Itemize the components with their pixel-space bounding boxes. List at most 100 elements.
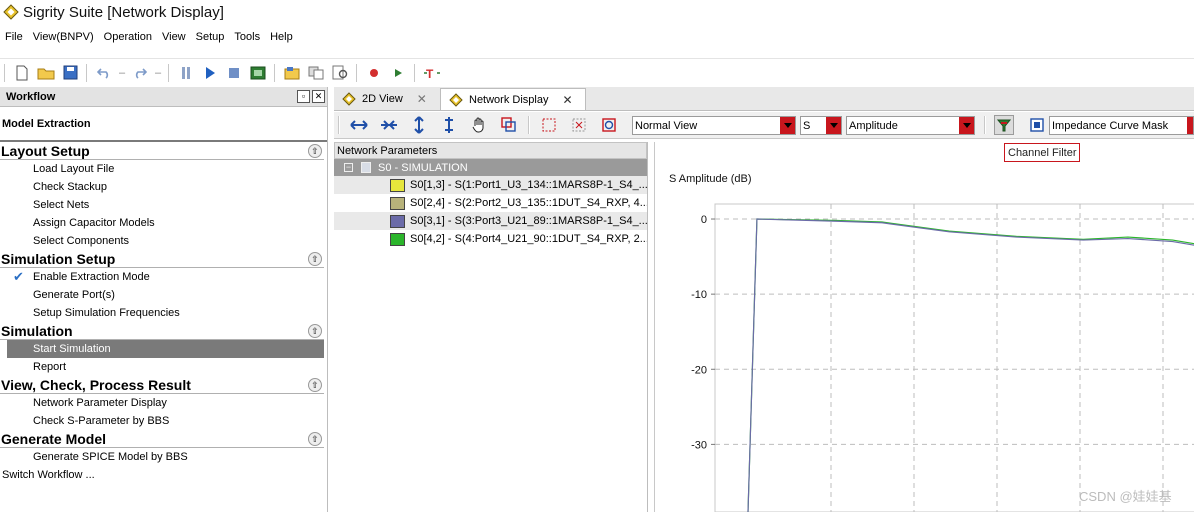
open-project-icon[interactable]: [282, 63, 302, 83]
y-tick-label: 0: [701, 214, 707, 226]
expand-vertical-icon[interactable]: [409, 115, 429, 135]
collapse-section-icon[interactable]: ⇧: [308, 378, 322, 392]
network-item[interactable]: S0[1,3] - S(1:Port1_U3_134::1MARS8P-1_S4…: [334, 176, 647, 194]
workflow-step[interactable]: Report: [0, 358, 324, 376]
fit-all-icon[interactable]: [599, 115, 619, 135]
copy-icon[interactable]: [306, 63, 326, 83]
redo-dropdown-icon[interactable]: –: [154, 63, 162, 83]
menu-item-help[interactable]: Help: [265, 31, 298, 43]
redo-icon[interactable]: [130, 63, 150, 83]
quantity-select[interactable]: Amplitude: [846, 116, 975, 135]
menu-item-file[interactable]: File: [0, 31, 28, 43]
toolbar-separator: [274, 63, 276, 82]
series-line: [747, 218, 1194, 512]
text-tool-icon[interactable]: T: [422, 63, 442, 83]
impedance-mask-select[interactable]: Impedance Curve Mask: [1049, 116, 1194, 135]
network-item[interactable]: S0[4,2] - S(4:Port4_U21_90::1DUT_S4_RXP,…: [334, 230, 647, 248]
workflow-section-header[interactable]: View, Check, Process Result ⇧: [0, 376, 324, 394]
workflow-step[interactable]: Network Parameter Display: [0, 394, 324, 412]
workflow-step[interactable]: Start Simulation: [7, 340, 324, 358]
record-icon[interactable]: [364, 63, 384, 83]
tab-close-icon[interactable]: ✕: [562, 93, 572, 107]
workflow-section-header[interactable]: Simulation Setup ⇧: [0, 250, 324, 268]
chevron-down-icon: [826, 117, 841, 134]
switch-workflow-link[interactable]: Switch Workflow ...: [0, 466, 327, 484]
step-label: Assign Capacitor Models: [33, 217, 155, 229]
workflow-step[interactable]: Check Stackup: [0, 178, 324, 196]
undo-icon[interactable]: [94, 63, 114, 83]
section-title: Simulation: [1, 322, 73, 339]
toolbar-separator: [984, 116, 986, 134]
save-icon[interactable]: [60, 63, 80, 83]
stop-icon[interactable]: [224, 63, 244, 83]
workflow-step[interactable]: Check S-Parameter by BBS: [0, 412, 324, 430]
collapse-section-icon[interactable]: ⇧: [308, 432, 322, 446]
menu-item-operation[interactable]: Operation: [99, 31, 157, 43]
run-icon[interactable]: [388, 63, 408, 83]
color-swatch[interactable]: [390, 196, 405, 210]
channel-filter-icon[interactable]: [994, 115, 1014, 135]
delete-box-icon[interactable]: [569, 115, 589, 135]
simulation-root-node[interactable]: − S0 - SIMULATION: [334, 159, 647, 176]
network-item-label: S0[2,4] - S(2:Port2_U3_135::1DUT_S4_RXP,…: [410, 197, 647, 209]
tab-close-icon[interactable]: ✕: [417, 92, 427, 106]
restore-icon[interactable]: ▫: [297, 90, 310, 103]
menu-item-setup[interactable]: Setup: [191, 31, 230, 43]
workflow-section-header[interactable]: Simulation ⇧: [0, 322, 324, 340]
menu-item-view[interactable]: View: [157, 31, 191, 43]
toolbar-separator: [528, 116, 530, 134]
network-item[interactable]: S0[2,4] - S(2:Port2_U3_135::1DUT_S4_RXP,…: [334, 194, 647, 212]
tab-label: Network Display: [469, 93, 549, 106]
tab-label: 2D View: [362, 93, 403, 105]
workflow-step[interactable]: Select Components: [0, 232, 324, 250]
collapse-section-icon[interactable]: ⇧: [308, 252, 322, 266]
parameter-select[interactable]: S: [800, 116, 842, 135]
expand-horizontal-icon[interactable]: [349, 115, 369, 135]
workflow-step[interactable]: Load Layout File: [0, 160, 324, 178]
workflow-step[interactable]: Setup Simulation Frequencies: [0, 304, 324, 322]
network-item[interactable]: S0[3,1] - S(3:Port3_U21_89::1MARS8P-1_S4…: [334, 212, 647, 230]
view-mode-select[interactable]: Normal View: [632, 116, 796, 135]
pause-icon[interactable]: [176, 63, 196, 83]
collapse-section-icon[interactable]: ⇧: [308, 144, 322, 158]
report-icon[interactable]: [330, 63, 350, 83]
impedance-mask-icon[interactable]: [1027, 115, 1047, 135]
checkmark-icon: ✔: [13, 269, 24, 284]
pan-hand-icon[interactable]: [469, 115, 489, 135]
document-tabs: 2D View ✕ Network Display ✕: [334, 87, 1194, 111]
workflow-step[interactable]: Assign Capacitor Models: [0, 214, 324, 232]
workflow-step[interactable]: Generate Port(s): [0, 286, 324, 304]
y-tick-label: -10: [691, 289, 707, 301]
tab-2d-view[interactable]: 2D View ✕: [334, 88, 438, 110]
workflow-step[interactable]: Select Nets: [0, 196, 324, 214]
impedance-mask-value: Impedance Curve Mask: [1052, 119, 1169, 132]
series-line: [747, 218, 1194, 512]
collapse-section-icon[interactable]: ⇧: [308, 324, 322, 338]
workflow-step[interactable]: Generate SPICE Model by BBS: [0, 448, 324, 466]
undo-dropdown-icon[interactable]: –: [118, 63, 126, 83]
network-item-label: S0[4,2] - S(4:Port4_U21_90::1DUT_S4_RXP,…: [410, 233, 647, 245]
tab-network-display[interactable]: Network Display ✕: [440, 88, 586, 110]
select-box-icon[interactable]: [539, 115, 559, 135]
open-folder-icon[interactable]: [36, 63, 56, 83]
color-swatch[interactable]: [390, 178, 405, 192]
shrink-horizontal-icon[interactable]: [379, 115, 399, 135]
menu-item-tools[interactable]: Tools: [229, 31, 265, 43]
amplitude-plot[interactable]: S Amplitude (dB) 0 -10 -20 -30: [654, 142, 1194, 512]
play-icon[interactable]: [200, 63, 220, 83]
color-swatch[interactable]: [390, 232, 405, 246]
workflow-step[interactable]: ✔ Enable Extraction Mode: [0, 268, 324, 286]
workflow-section-header[interactable]: Generate Model ⇧: [0, 430, 324, 448]
watermark-text: CSDN @娃娃基: [1079, 489, 1172, 504]
shrink-vertical-icon[interactable]: [439, 115, 459, 135]
workflow-section-header[interactable]: Layout Setup ⇧: [0, 142, 324, 160]
collapse-icon[interactable]: −: [344, 163, 353, 172]
close-icon[interactable]: ✕: [312, 90, 325, 103]
new-file-icon[interactable]: [12, 63, 32, 83]
y-tick-label: -30: [691, 439, 707, 451]
board-icon[interactable]: [248, 63, 268, 83]
zoom-window-icon[interactable]: [499, 115, 519, 135]
menu-item-view-bnpv-[interactable]: View(BNPV): [28, 31, 99, 43]
color-swatch[interactable]: [390, 214, 405, 228]
workflow-mode: Model Extraction: [0, 107, 327, 142]
